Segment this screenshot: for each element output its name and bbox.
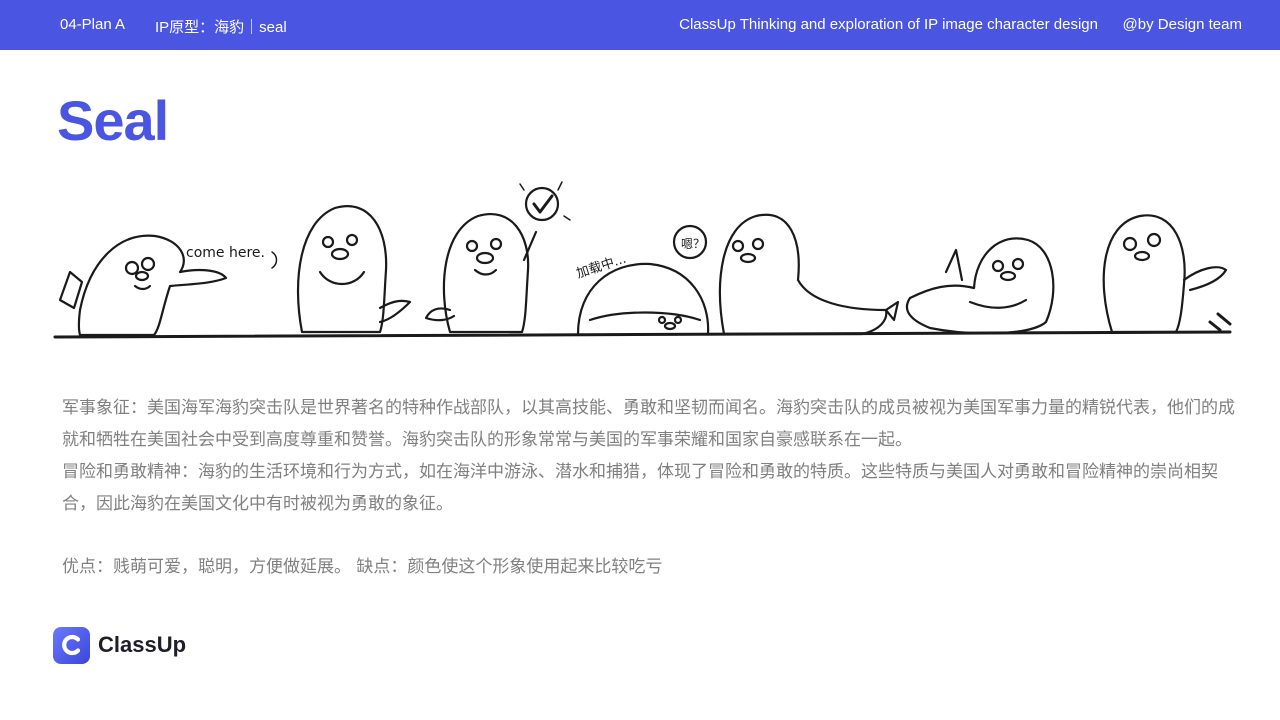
body-paragraph-adventure: 冒险和勇敢精神：海豹的生活环境和行为方式，如在海洋中游泳、潜水和捕猎，体现了冒险… (62, 462, 1218, 514)
pros-cons-text: 优点：贱萌可爱，聪明，方便做延展。 缺点：颜色使这个形象使用起来比较吃亏 (62, 557, 663, 577)
caption-loading: 加载中... (575, 252, 629, 282)
page-title: Seal (57, 89, 169, 152)
classup-logo: ClassUp (53, 626, 186, 664)
seal-sketch-3 (424, 181, 571, 334)
caption-come-here: come here. (186, 245, 265, 261)
seal-sketch-illustration: come here. 加载中... 嗯？ (53, 181, 1232, 339)
logo-wordmark: ClassUp (98, 632, 187, 657)
ip-prototype-label: IP原型：海豹｜seal (155, 19, 287, 36)
caption-speech: 嗯？ (681, 237, 705, 251)
header-subtitle: ClassUp Thinking and exploration of IP i… (679, 16, 1098, 33)
ground-line (53, 330, 1232, 339)
header-credit: @by Design team (1122, 16, 1242, 33)
seal-sketch-2 (296, 205, 412, 334)
plan-label: 04-Plan A (60, 16, 126, 33)
seal-sketch-7 (1102, 214, 1232, 334)
seal-sketch-6 (905, 237, 1055, 335)
body-paragraph-military: 军事象征：美国海军海豹突击队是世界著名的特种作战部队，以其高技能、勇敢和坚韧而闻… (62, 398, 1235, 450)
seal-sketch-5 (718, 213, 900, 336)
classup-c-icon (53, 626, 90, 664)
header-bar: 04-Plan A IP原型：海豹｜seal ClassUp Thinking … (0, 0, 1280, 50)
